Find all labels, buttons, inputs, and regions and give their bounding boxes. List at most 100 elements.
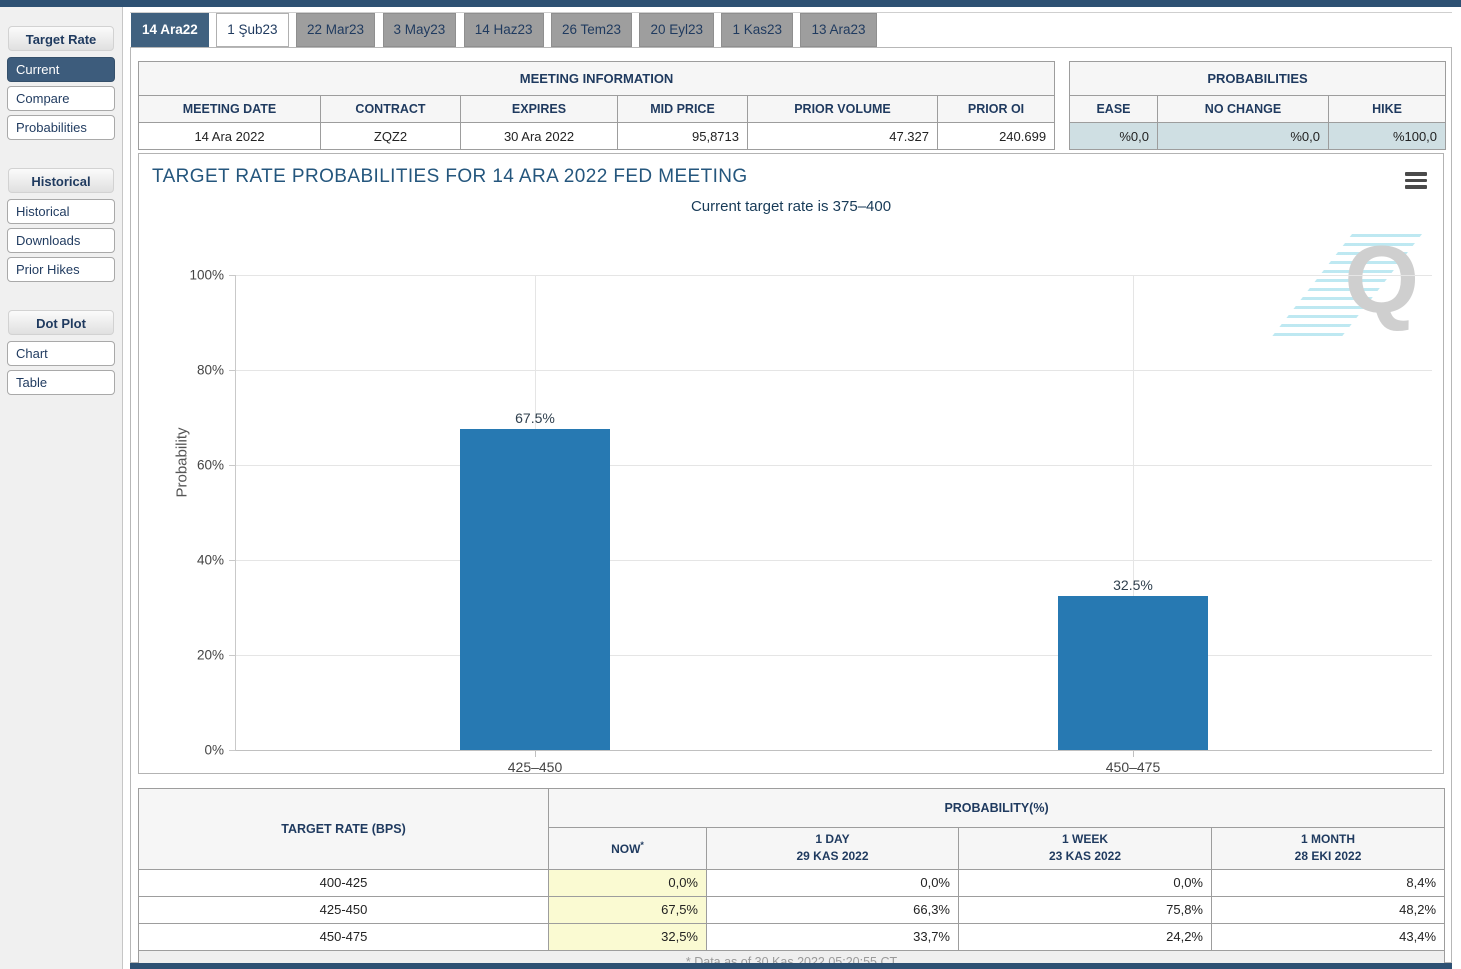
y-tick-label: 20% (197, 648, 224, 663)
chart-title: TARGET RATE PROBABILITIES FOR 14 ARA 202… (152, 166, 748, 188)
sidebar-item-prior-hikes[interactable]: Prior Hikes (7, 257, 115, 282)
week-value: 75,8% (959, 896, 1212, 923)
col-meeting-date: MEETING DATE (139, 96, 321, 123)
range-425-450: 425-450 (139, 896, 549, 923)
y-axis-tick (229, 655, 235, 656)
col-expires: EXPIRES (461, 96, 618, 123)
tab-3-may23[interactable]: 3 May23 (383, 13, 457, 47)
meeting-information-title: MEETING INFORMATION (139, 62, 1055, 96)
no-change-value: %0,0 (1158, 123, 1329, 150)
y-axis-tick (229, 370, 235, 371)
week-value: 24,2% (959, 923, 1212, 950)
tab-14-ara22[interactable]: 14 Ara22 (131, 13, 209, 47)
bar-value-label: 32.5% (1113, 577, 1153, 596)
y-axis-tick (229, 465, 235, 466)
y-axis-tick (229, 275, 235, 276)
tab-14-haz23[interactable]: 14 Haz23 (464, 13, 544, 47)
bar-value-label: 67.5% (515, 410, 555, 429)
y-axis-tick (229, 750, 235, 751)
x-category-label: 450–475 (1106, 759, 1161, 775)
meeting-info-row: 14 Ara 2022 ZQZ2 30 Ara 2022 95,8713 47.… (139, 123, 1055, 150)
col-mid-price: MID PRICE (618, 96, 748, 123)
mid-price-value: 95,8713 (618, 123, 748, 150)
col-no-change: NO CHANGE (1158, 96, 1329, 123)
probabilities-title: PROBABILITIES (1070, 62, 1446, 96)
table-row: 425-450 67,5% 66,3% 75,8% 48,2% (139, 896, 1445, 923)
day-value: 0,0% (707, 869, 959, 896)
x-axis-tick (535, 751, 536, 757)
probability-bar[interactable] (460, 429, 610, 750)
tab-22-mar23[interactable]: 22 Mar23 (296, 13, 375, 47)
range-400-425: 400-425 (139, 869, 549, 896)
x-category-label: 425–450 (508, 759, 563, 775)
col-contract: CONTRACT (321, 96, 461, 123)
y-axis-label: Probability (174, 427, 191, 497)
range-450-475: 450-475 (139, 923, 549, 950)
sidebar-item-downloads[interactable]: Downloads (7, 228, 115, 253)
probabilities-summary-table: PROBABILITIES EASE NO CHANGE HIKE %0,0 %… (1069, 61, 1446, 150)
month-value: 48,2% (1212, 896, 1445, 923)
sidebar-item-historical[interactable]: Historical (7, 199, 115, 224)
tab-1-kas23[interactable]: 1 Kas23 (721, 13, 793, 47)
expires-value: 30 Ara 2022 (461, 123, 618, 150)
sidebar-section-historical: Historical (8, 168, 114, 193)
y-tick-label: 60% (197, 458, 224, 473)
x-axis-tick (1133, 751, 1134, 757)
now-value: 32,5% (549, 923, 707, 950)
hike-value: %100,0 (1329, 123, 1446, 150)
tab-13-ara23[interactable]: 13 Ara23 (800, 13, 876, 47)
col-now: NOW* (549, 828, 707, 870)
contract-value: ZQZ2 (321, 123, 461, 150)
meeting-information-table: MEETING INFORMATION MEETING DATE CONTRAC… (138, 61, 1055, 150)
table-row: 450-475 32,5% 33,7% 24,2% 43,4% (139, 923, 1445, 950)
tab-26-tem23[interactable]: 26 Tem23 (551, 13, 632, 47)
y-axis-tick (229, 560, 235, 561)
chart-subtitle: Current target rate is 375–400 (139, 198, 1443, 215)
probability-history-table: TARGET RATE (BPS) PROBABILITY(%) NOW* 1 … (138, 788, 1445, 969)
col-target-rate-bps: TARGET RATE (BPS) (139, 789, 549, 870)
ease-value: %0,0 (1070, 123, 1158, 150)
table-row: 400-425 0,0% 0,0% 0,0% 8,4% (139, 869, 1445, 896)
probability-group-header: PROBABILITY(%) (549, 789, 1445, 828)
tab-20-eyl23[interactable]: 20 Eyl23 (639, 13, 714, 47)
sidebar-item-chart[interactable]: Chart (7, 341, 115, 366)
week-value: 0,0% (959, 869, 1212, 896)
target-rate-chart-panel: TARGET RATE PROBABILITIES FOR 14 ARA 202… (138, 153, 1444, 774)
bottom-chrome-bar (130, 963, 1452, 969)
now-value: 67,5% (549, 896, 707, 923)
col-hike: HIKE (1329, 96, 1446, 123)
col-ease: EASE (1070, 96, 1158, 123)
gridline-horizontal (236, 370, 1432, 371)
gridline-horizontal (236, 465, 1432, 466)
y-tick-label: 100% (189, 268, 224, 283)
tab-panel-content: MEETING INFORMATION MEETING DATE CONTRAC… (130, 47, 1452, 963)
y-tick-label: 80% (197, 363, 224, 378)
meeting-date-value: 14 Ara 2022 (139, 123, 321, 150)
prior-oi-value: 240.699 (938, 123, 1055, 150)
y-tick-label: 40% (197, 553, 224, 568)
sidebar-item-table[interactable]: Table (7, 370, 115, 395)
sidebar-item-probabilities[interactable]: Probabilities (7, 115, 115, 140)
col-prior-oi: PRIOR OI (938, 96, 1055, 123)
day-value: 33,7% (707, 923, 959, 950)
probability-bar[interactable] (1058, 596, 1208, 750)
probabilities-summary-row: %0,0 %0,0 %100,0 (1070, 123, 1446, 150)
col-1-week: 1 WEEK23 KAS 2022 (959, 828, 1212, 870)
month-value: 43,4% (1212, 923, 1445, 950)
now-value: 0,0% (549, 869, 707, 896)
tab-1-sub23[interactable]: 1 Şub23 (216, 13, 288, 47)
sidebar: Target Rate Current Compare Probabilitie… (0, 7, 123, 969)
sidebar-item-current[interactable]: Current (7, 57, 115, 82)
sidebar-section-target-rate: Target Rate (8, 26, 114, 51)
top-chrome-bar (0, 0, 1461, 7)
col-1-month: 1 MONTH28 EKI 2022 (1212, 828, 1445, 870)
day-value: 66,3% (707, 896, 959, 923)
col-prior-volume: PRIOR VOLUME (748, 96, 938, 123)
sidebar-item-compare[interactable]: Compare (7, 86, 115, 111)
fedwatch-page: Target Rate Current Compare Probabilitie… (0, 0, 1461, 969)
bar-chart-plot-area: 0%20%40%60%80%100%67.5%425–45032.5%450–4… (235, 275, 1432, 751)
gridline-horizontal (236, 560, 1432, 561)
y-tick-label: 0% (204, 743, 224, 758)
chart-menu-icon[interactable] (1405, 172, 1427, 192)
meeting-date-tabs: 14 Ara22 1 Şub23 22 Mar23 3 May23 14 Haz… (131, 13, 880, 47)
